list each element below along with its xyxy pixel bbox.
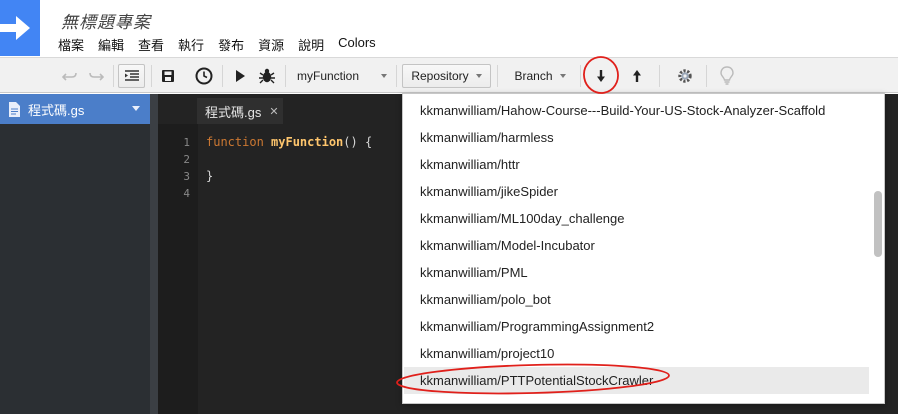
repository-button[interactable]: Repository	[402, 64, 491, 88]
repository-option[interactable]: kkmanwilliam/httr	[404, 151, 869, 178]
toolbar: myFunction Repository Branch	[0, 57, 898, 93]
line-number: 4	[183, 187, 190, 200]
menu-help[interactable]: 說明	[298, 35, 324, 54]
repository-option[interactable]: kkmanwilliam/Hahow-Course---Build-Your-U…	[404, 97, 869, 124]
debug-icon[interactable]	[256, 58, 278, 93]
menu-publish[interactable]: 發布	[218, 35, 244, 54]
apps-script-logo[interactable]	[0, 0, 40, 56]
chevron-down-icon	[559, 73, 566, 78]
editor-tab[interactable]: 程式碼.gs ✕	[197, 98, 283, 124]
indent-toggle-button[interactable]	[118, 64, 145, 88]
lightbulb-icon[interactable]	[716, 58, 738, 93]
clock-icon[interactable]	[193, 58, 215, 93]
file-item-label: 程式碼.gs	[28, 102, 85, 118]
indent-icon	[124, 70, 139, 81]
line-number: 1	[183, 136, 190, 149]
code-closing-brace: }	[206, 169, 214, 183]
file-panel: 程式碼.gs	[0, 94, 150, 414]
chevron-down-icon	[381, 73, 388, 78]
dropdown-scrollbar[interactable]	[874, 191, 882, 257]
line-number: 2	[183, 153, 190, 166]
code-signature: () {	[343, 135, 373, 149]
code-keyword: function	[206, 135, 264, 149]
repository-option-highlighted[interactable]: kkmanwilliam/PTTPotentialStockCrawler	[404, 367, 869, 394]
repository-option[interactable]: kkmanwilliam/polo_bot	[404, 286, 869, 313]
code-line-1[interactable]: function myFunction() {	[206, 135, 372, 149]
repository-option[interactable]: kkmanwilliam/PML	[404, 259, 869, 286]
repository-option[interactable]: kkmanwilliam/Model-Incubator	[404, 232, 869, 259]
document-icon	[9, 101, 20, 117]
branch-button[interactable]: Branch	[505, 58, 575, 93]
repository-option[interactable]: kkmanwilliam/harmless	[404, 124, 869, 151]
menu-file[interactable]: 檔案	[58, 35, 84, 54]
menu-resources[interactable]: 資源	[258, 35, 284, 54]
menu-edit[interactable]: 編輯	[98, 35, 124, 54]
menu-view[interactable]: 查看	[138, 35, 164, 54]
function-select[interactable]: myFunction	[290, 58, 394, 93]
menu-bar: 檔案 編輯 查看 執行 發布 資源 說明 Colors	[58, 35, 390, 54]
pull-icon[interactable]	[591, 58, 611, 93]
code-line-3[interactable]: }	[206, 169, 213, 183]
function-select-label: myFunction	[297, 68, 360, 83]
chevron-down-icon[interactable]	[132, 106, 140, 111]
chevron-down-icon	[475, 74, 482, 78]
menu-run[interactable]: 執行	[178, 35, 204, 54]
menu-colors[interactable]: Colors	[338, 35, 376, 54]
close-icon[interactable]: ✕	[269, 105, 278, 118]
repository-option[interactable]: kkmanwilliam/jikeSpider	[404, 178, 869, 205]
undo-icon[interactable]	[60, 58, 80, 93]
line-number: 3	[183, 170, 190, 183]
run-icon[interactable]	[232, 58, 248, 93]
code-function-name: myFunction	[271, 135, 344, 149]
push-icon[interactable]	[627, 58, 647, 93]
panel-divider[interactable]	[150, 94, 158, 414]
repository-dropdown: kkmanwilliam/Hahow-Course---Build-Your-U…	[402, 93, 885, 404]
repository-button-label: Repository	[411, 69, 469, 83]
repository-option[interactable]: kkmanwilliam/project10	[404, 340, 869, 367]
line-gutter: 1 2 3 4	[158, 124, 198, 414]
arrow-logo-icon	[0, 16, 30, 40]
editor-tab-label: 程式碼.gs	[205, 104, 262, 120]
redo-icon[interactable]	[86, 58, 106, 93]
project-title[interactable]: 無標題專案	[61, 8, 151, 33]
repository-option[interactable]: kkmanwilliam/ProgrammingAssignment2	[404, 313, 869, 340]
save-icon[interactable]	[158, 58, 178, 93]
file-item-code-gs[interactable]: 程式碼.gs	[0, 94, 150, 124]
branch-button-label: Branch	[514, 68, 553, 83]
repository-option[interactable]: kkmanwilliam/ML100day_challenge	[404, 205, 869, 232]
settings-icon[interactable]	[675, 58, 695, 93]
